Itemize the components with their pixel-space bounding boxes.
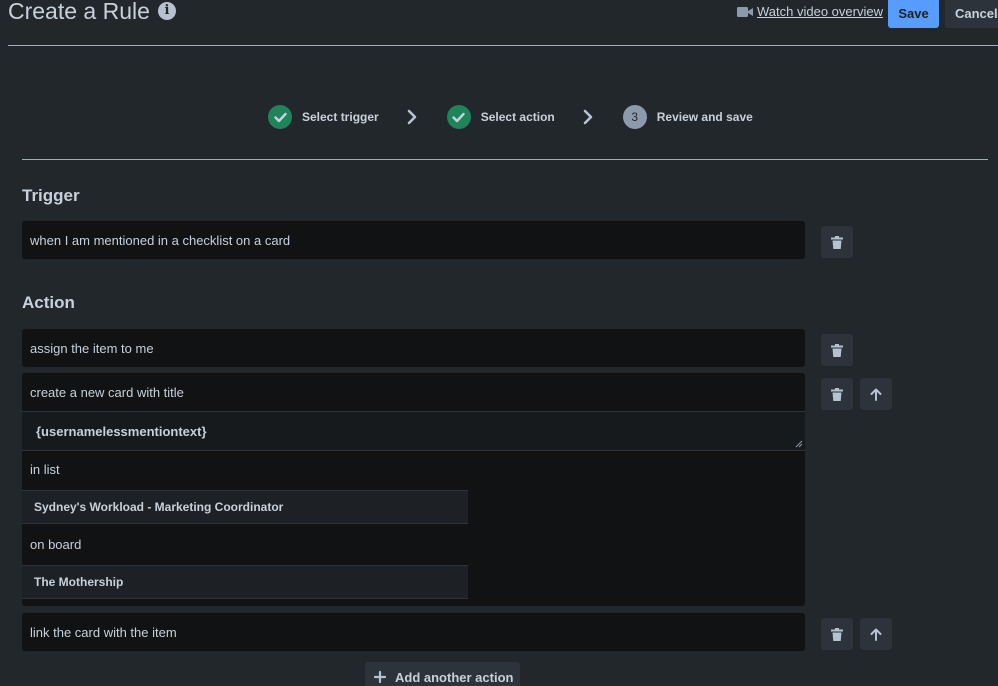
list-select[interactable]: Sydney's Workload - Marketing Coordinato… [22, 490, 468, 524]
chevron-right-icon [581, 109, 595, 125]
stepper-divider [22, 159, 988, 160]
add-another-action-button[interactable]: Add another action [365, 662, 520, 686]
save-button[interactable]: Save [888, 0, 939, 28]
action-text: link the card with the item [30, 624, 177, 640]
board-select[interactable]: The Mothership [22, 565, 468, 599]
action-text: on board [30, 537, 82, 552]
step-select-action[interactable]: Select action [446, 105, 555, 129]
add-action-label: Add another action [395, 669, 514, 685]
card-title-textarea[interactable]: {usernamelessmentiontext} [22, 411, 805, 451]
action-text: create a new card with title [30, 385, 184, 400]
plus-icon [374, 671, 386, 683]
delete-action-button[interactable] [821, 378, 853, 410]
step-review-and-save[interactable]: 3 Review and save [622, 105, 753, 129]
arrow-up-icon [870, 628, 882, 641]
action-text: in list [30, 462, 60, 477]
trigger-text: when I am mentioned in a checklist on a … [30, 232, 291, 248]
video-camera-icon [737, 6, 753, 17]
arrow-up-icon [870, 388, 882, 401]
header-divider [8, 45, 998, 46]
trigger-field[interactable]: when I am mentioned in a checklist on a … [22, 221, 805, 259]
delete-action-button[interactable] [821, 618, 853, 650]
rule-editor: Create a Rule i Watch video overview Sav… [0, 0, 998, 686]
cancel-button[interactable]: Cancel [945, 0, 998, 28]
trash-icon [831, 627, 843, 641]
stepper: Select trigger Select action 3 Review an… [268, 104, 753, 130]
step-select-trigger[interactable]: Select trigger [268, 105, 379, 129]
action-heading: Action [22, 293, 75, 312]
watch-video-link[interactable]: Watch video overview [737, 4, 883, 19]
move-action-up-button[interactable] [860, 618, 892, 650]
page-title: Create a Rule i [8, 0, 176, 28]
trash-icon [831, 343, 843, 357]
action-field-assign[interactable]: assign the item to me [22, 329, 805, 367]
chevron-right-icon [405, 109, 419, 125]
page-title-text: Create a Rule [8, 0, 150, 24]
move-action-up-button[interactable] [860, 378, 892, 410]
board-select-value: The Mothership [34, 575, 124, 589]
action-field-link-card[interactable]: link the card with the item [22, 613, 805, 651]
trash-icon [831, 387, 843, 401]
trigger-heading: Trigger [22, 186, 80, 205]
check-icon [268, 105, 292, 129]
check-icon [446, 105, 471, 129]
step-number: 3 [622, 105, 647, 129]
action-text: assign the item to me [30, 340, 154, 356]
action-field-create-card: create a new card with title {usernamele… [22, 373, 805, 606]
watch-video-label: Watch video overview [757, 4, 883, 19]
list-select-value: Sydney's Workload - Marketing Coordinato… [34, 500, 284, 514]
card-title-value: {usernamelessmentiontext} [36, 423, 207, 439]
delete-action-button[interactable] [821, 334, 853, 366]
trash-icon [831, 235, 843, 249]
delete-trigger-button[interactable] [821, 226, 853, 258]
resize-handle-icon[interactable] [795, 440, 803, 448]
info-icon[interactable]: i [157, 2, 176, 20]
step-label: Select trigger [302, 110, 379, 124]
step-label: Review and save [656, 110, 753, 124]
step-label: Select action [480, 110, 555, 124]
